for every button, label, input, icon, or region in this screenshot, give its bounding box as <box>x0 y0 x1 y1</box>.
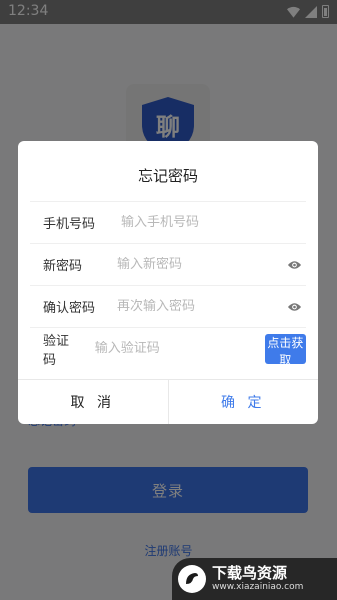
confirm-button[interactable]: 确 定 <box>169 380 319 424</box>
verification-code-input[interactable] <box>94 341 265 356</box>
watermark-url: www.xiazainiao.com <box>212 582 304 592</box>
watermark: 下载鸟资源 www.xiazainiao.com <box>172 558 337 600</box>
confirm-password-input[interactable] <box>117 299 287 314</box>
phone-input[interactable] <box>121 215 306 230</box>
verification-code-row: 验证码 点击获取 <box>30 327 306 369</box>
new-password-label: 新密码 <box>43 259 83 274</box>
watermark-title: 下载鸟资源 <box>212 564 288 582</box>
dialog-actions: 取 消 确 定 <box>18 379 318 424</box>
phone-row: 手机号码 <box>30 201 306 243</box>
eye-icon[interactable] <box>287 301 302 313</box>
phone-label: 手机号码 <box>43 217 96 232</box>
get-code-button[interactable]: 点击获取 <box>264 333 306 367</box>
new-password-row: 新密码 <box>30 243 306 285</box>
verification-code-label: 验证码 <box>43 333 70 368</box>
confirm-password-label: 确认密码 <box>43 301 96 316</box>
eye-icon[interactable] <box>287 259 302 271</box>
cancel-button[interactable]: 取 消 <box>18 380 169 424</box>
new-password-input[interactable] <box>117 257 287 272</box>
watermark-logo-icon <box>178 565 206 593</box>
confirm-password-row: 确认密码 <box>30 285 306 327</box>
dialog-title: 忘记密码 <box>137 167 198 185</box>
watermark-text: 下载鸟资源 www.xiazainiao.com <box>212 565 303 593</box>
forgot-password-dialog: 忘记密码 手机号码 新密码 确认密码 验证码 点击获取 取 消 确 定 <box>18 141 318 424</box>
